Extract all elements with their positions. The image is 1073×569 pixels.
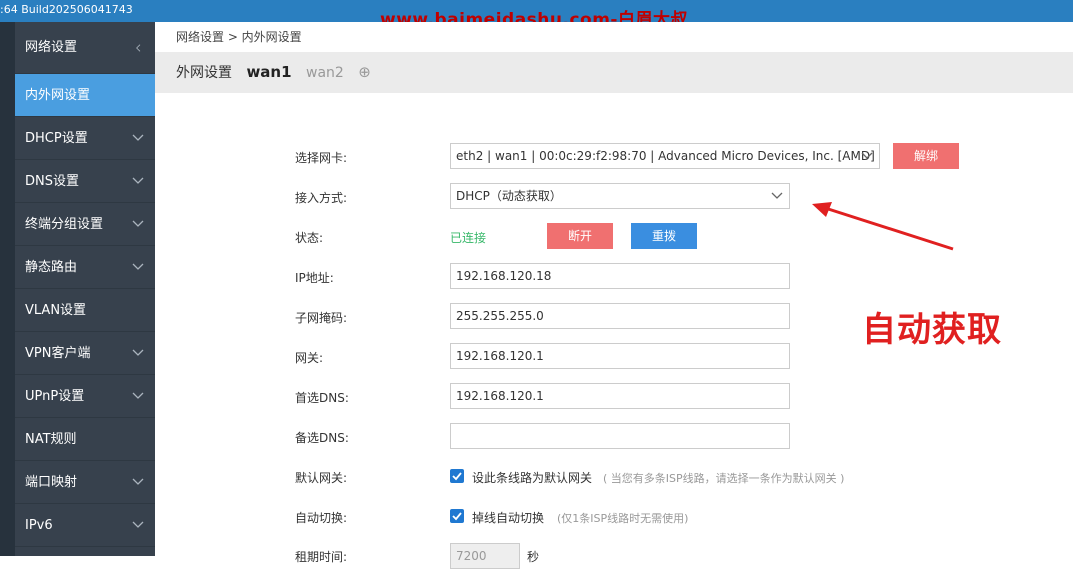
sidebar-item-dns[interactable]: DNS设置 [15, 160, 155, 203]
sidebar-item-network-settings[interactable]: 网络设置 [15, 22, 155, 74]
chevron-left-icon [131, 22, 145, 73]
ip-label: IP地址: [295, 271, 334, 285]
access-method-select[interactable]: DHCP（动态获取） [450, 183, 790, 209]
default-gateway-hint: ( 当您有多条ISP线路，请选择一条作为默认网关 ) [603, 472, 845, 485]
subnet-mask-label: 子网掩码: [295, 311, 348, 325]
lease-time-label: 租期时间: [295, 550, 348, 564]
sidebar-item-dhcp[interactable]: DHCP设置 [15, 117, 155, 160]
section-title: 外网设置 [176, 65, 232, 81]
status-label: 状态: [295, 231, 324, 245]
primary-dns-field[interactable]: 192.168.120.1 [450, 383, 790, 409]
secondary-dns-field[interactable] [450, 423, 790, 449]
auto-switch-label: 自动切换: [295, 511, 348, 525]
main-panel: 网络设置 > 内外网设置 外网设置 wan1 wan2 ⊕ 选择网卡: eth2… [155, 22, 1073, 569]
auto-switch-checkbox[interactable] [450, 509, 464, 523]
chevron-down-icon [131, 160, 145, 202]
sidebar-item-label: 内外网设置 [25, 88, 91, 103]
sidebar-item-port-mapping[interactable]: 端口映射 [15, 461, 155, 504]
breadcrumb: 网络设置 > 内外网设置 [176, 30, 302, 44]
chevron-down-icon [861, 152, 873, 159]
sidebar-item-upnp[interactable]: UPnP设置 [15, 375, 155, 418]
sidebar-item-terminal-group[interactable]: 终端分组设置 [15, 203, 155, 246]
sidebar-item-label: 静态路由 [25, 260, 78, 275]
chevron-down-icon [131, 504, 145, 546]
default-gateway-label: 默认网关: [295, 471, 348, 485]
sidebar-item-label: IPv6 [25, 518, 53, 533]
sidebar-item-static-route[interactable]: 静态路由 [15, 246, 155, 289]
chevron-down-icon [131, 246, 145, 288]
chevron-down-icon [131, 461, 145, 503]
lease-time-unit: 秒 [527, 550, 540, 564]
wan-tab-bar: 外网设置 wan1 wan2 ⊕ [155, 52, 1073, 93]
sidebar-item-vpn-client[interactable]: VPN客户端 [15, 332, 155, 375]
subnet-mask-field[interactable]: 255.255.255.0 [450, 303, 790, 329]
sidebar: 网络设置 内外网设置 DHCP设置 DNS设置 终端分组设置 静态路由 VLAN… [15, 22, 155, 556]
ip-address-value: 192.168.120.18 [456, 269, 552, 283]
unbind-button[interactable]: 解绑 [893, 143, 959, 169]
sidebar-item-label: VLAN设置 [25, 303, 87, 318]
chevron-down-icon [131, 117, 145, 159]
access-method-label: 接入方式: [295, 191, 348, 205]
sidebar-item-label: UPnP设置 [25, 389, 85, 404]
window-titlebar: :64 Build202506041743 www.baimeidashu.co… [0, 0, 1073, 30]
nic-label: 选择网卡: [295, 151, 348, 165]
tab-wan1[interactable]: wan1 [246, 63, 291, 81]
sidebar-item-label: DNS设置 [25, 174, 79, 189]
sidebar-item-vlan[interactable]: VLAN设置 [15, 289, 155, 332]
sidebar-item-label: DHCP设置 [25, 131, 88, 146]
subnet-mask-value: 255.255.255.0 [456, 309, 544, 323]
sidebar-item-label: 网络设置 [25, 40, 78, 55]
primary-dns-label: 首选DNS: [295, 391, 349, 405]
default-gateway-checkbox[interactable] [450, 469, 464, 483]
chevron-down-icon [771, 192, 783, 199]
add-wan-icon[interactable]: ⊕ [358, 63, 371, 81]
nic-select[interactable]: eth2 | wan1 | 00:0c:29:f2:98:70 | Advanc… [450, 143, 880, 169]
gateway-value: 192.168.120.1 [456, 349, 544, 363]
gateway-label: 网关: [295, 351, 324, 365]
sidebar-item-label: 终端分组设置 [25, 217, 104, 232]
sidebar-item-label: NAT规则 [25, 432, 77, 447]
sidebar-item-label: VPN客户端 [25, 346, 91, 361]
sidebar-item-nat[interactable]: NAT规则 [15, 418, 155, 461]
checkmark-icon [452, 512, 462, 521]
secondary-dns-label: 备选DNS: [295, 431, 349, 445]
lease-time-value: 7200 [456, 549, 487, 563]
nic-select-value: eth2 | wan1 | 00:0c:29:f2:98:70 | Advanc… [456, 149, 880, 163]
left-strip [0, 22, 15, 556]
tab-wan2[interactable]: wan2 [306, 65, 344, 81]
checkmark-icon [452, 472, 462, 481]
auto-switch-hint: (仅1条ISP线路时无需使用) [557, 512, 689, 525]
chevron-down-icon [131, 203, 145, 245]
primary-dns-value: 192.168.120.1 [456, 389, 544, 403]
sidebar-item-ipv6[interactable]: IPv6 [15, 504, 155, 547]
sidebar-item-label: 端口映射 [25, 475, 78, 490]
gateway-field[interactable]: 192.168.120.1 [450, 343, 790, 369]
auto-switch-checkbox-label: 掉线自动切换 [472, 511, 545, 525]
ip-address-field[interactable]: 192.168.120.18 [450, 263, 790, 289]
redial-button[interactable]: 重拨 [631, 223, 697, 249]
annotation-arrow-icon [812, 202, 954, 251]
default-gateway-checkbox-label: 设此条线路为默认网关 [472, 471, 593, 485]
annotation-text: 自动获取 [862, 310, 1002, 350]
chevron-down-icon [131, 332, 145, 374]
lease-time-field[interactable]: 7200 [450, 543, 520, 569]
build-label: :64 Build202506041743 [0, 3, 133, 16]
disconnect-button[interactable]: 断开 [547, 223, 613, 249]
chevron-down-icon [131, 375, 145, 417]
status-badge: 已连接 [450, 231, 487, 245]
access-method-value: DHCP（动态获取） [456, 189, 562, 203]
sidebar-item-inner-outer-network[interactable]: 内外网设置 [15, 74, 155, 117]
